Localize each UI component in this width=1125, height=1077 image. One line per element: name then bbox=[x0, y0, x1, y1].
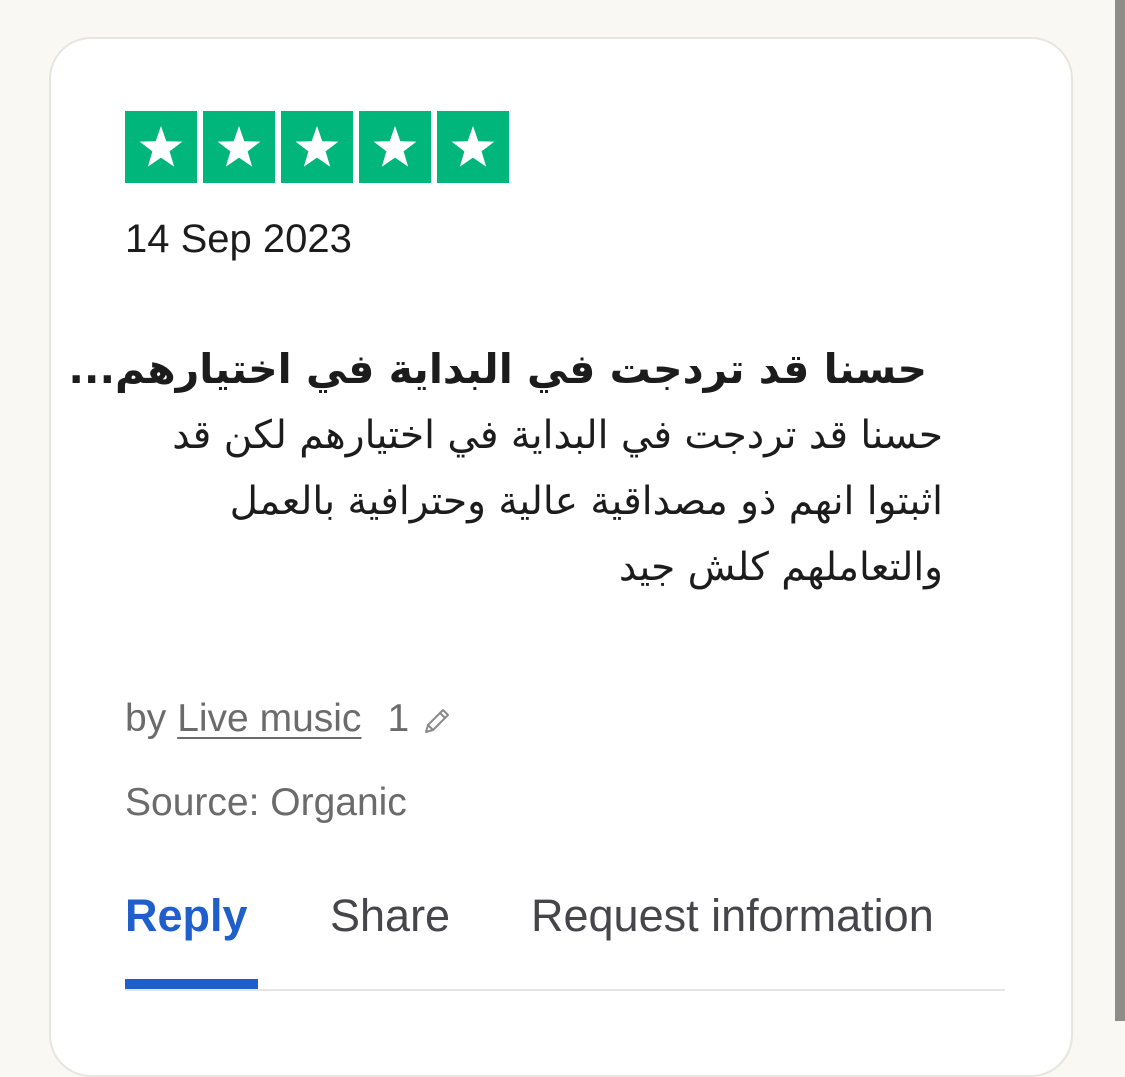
review-count: 1 bbox=[387, 697, 410, 740]
by-label: by bbox=[125, 697, 167, 740]
star-icon bbox=[373, 126, 417, 167]
star-box bbox=[359, 111, 431, 183]
active-tab-indicator bbox=[125, 979, 258, 989]
star-rating bbox=[125, 111, 509, 183]
review-source: Source: Organic bbox=[125, 781, 407, 824]
review-card: 14 Sep 2023 حسنا قد تردجت في البداية في … bbox=[49, 37, 1073, 1077]
share-button[interactable]: Share bbox=[330, 890, 450, 942]
review-title[interactable]: حسنا قد تردجت في البداية في اختيارهم... bbox=[68, 339, 927, 399]
star-box bbox=[437, 111, 509, 183]
request-information-button[interactable]: Request information bbox=[531, 890, 934, 942]
reply-button[interactable]: Reply bbox=[125, 890, 248, 942]
star-icon bbox=[139, 126, 183, 167]
review-actions: Reply Share Request information bbox=[125, 890, 1005, 994]
star-icon bbox=[295, 126, 339, 167]
byline: by Live music 1 bbox=[125, 697, 453, 741]
review-body: حسنا قد تردجت في البداية في اختيارهم لكن… bbox=[172, 413, 943, 590]
tabs-divider bbox=[125, 989, 1005, 991]
star-icon bbox=[451, 126, 495, 167]
star-icon bbox=[217, 126, 261, 167]
star-box bbox=[125, 111, 197, 183]
scrollbar[interactable] bbox=[1115, 0, 1125, 1021]
pencil-icon bbox=[421, 703, 453, 735]
star-box bbox=[203, 111, 275, 183]
star-box bbox=[281, 111, 353, 183]
review-date: 14 Sep 2023 bbox=[125, 217, 352, 261]
author-link[interactable]: Live music bbox=[177, 697, 361, 741]
